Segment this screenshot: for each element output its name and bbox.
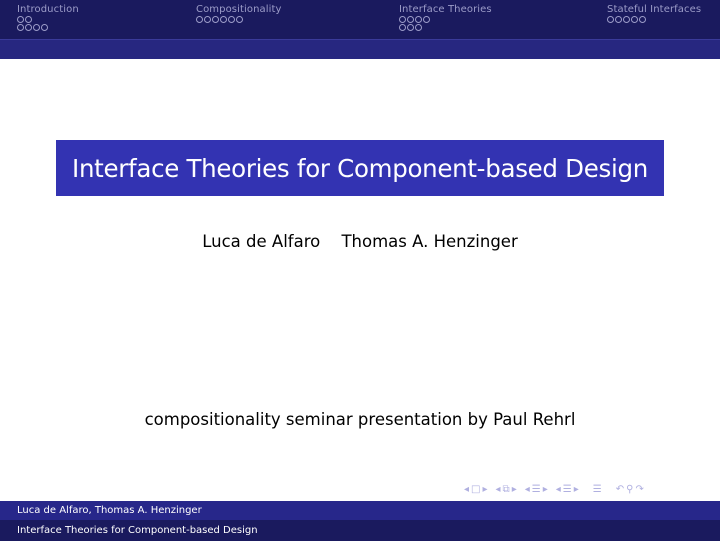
author-name: Thomas A. Henzinger [341, 232, 518, 251]
section-label[interactable]: Compositionality [196, 3, 282, 16]
title-box: Interface Theories for Component-based D… [56, 140, 664, 196]
section-label[interactable]: Stateful Interfaces [607, 3, 701, 16]
back-icon[interactable]: ↶ [616, 484, 624, 495]
subsection-bar [0, 39, 720, 59]
frame-dots [196, 16, 282, 24]
frame-dots [399, 16, 492, 24]
frame-dot[interactable] [17, 16, 24, 23]
frame-dot[interactable] [631, 16, 638, 23]
frame-dot[interactable] [623, 16, 630, 23]
frame-dots [17, 24, 79, 32]
frame-dots [17, 16, 79, 24]
subsection-icon[interactable]: ⧉ [503, 484, 510, 495]
headline-navigation: Introduction Compositionality Interface … [0, 0, 720, 39]
frame-dot[interactable] [196, 16, 203, 23]
authors: Luca de Alfaro Thomas A. Henzinger [0, 232, 720, 251]
frame-dot[interactable] [399, 24, 406, 31]
forward-icon[interactable]: ↷ [635, 484, 643, 495]
frame-icon[interactable]: □ [471, 484, 480, 495]
section-prev-icon[interactable]: ◂ [525, 484, 530, 495]
frame-dots [399, 24, 492, 32]
frame-dot[interactable] [236, 16, 243, 23]
frame-dot[interactable] [423, 16, 430, 23]
frame-dot[interactable] [220, 16, 227, 23]
presentation-subtitle: compositionality seminar presentation by… [144, 410, 576, 429]
footer-title-bar: Interface Theories for Component-based D… [0, 520, 720, 541]
section-stateful-interfaces[interactable]: Stateful Interfaces [607, 3, 701, 24]
subsection-next-icon[interactable]: ▸ [512, 484, 517, 495]
footer-authors-bar: Luca de Alfaro, Thomas A. Henzinger [0, 501, 720, 520]
frame-dot[interactable] [607, 16, 614, 23]
frame-dot[interactable] [615, 16, 622, 23]
appendix-icon[interactable]: ☰ [593, 484, 602, 495]
beamer-navigation-symbols: ◂ □ ▸ ◂ ⧉ ▸ ◂ ☰ ▸ ◂ ☰ ▸ ☰ ↶ ⚲ ↷ [464, 482, 646, 496]
frame-dots [607, 16, 701, 24]
frame-dot[interactable] [41, 24, 48, 31]
frame-dot[interactable] [415, 24, 422, 31]
section-compositionality[interactable]: Compositionality [196, 3, 282, 24]
footer-title: Interface Theories for Component-based D… [17, 525, 258, 536]
doc-next-icon[interactable]: ▸ [574, 484, 579, 495]
doc-prev-icon[interactable]: ◂ [556, 484, 561, 495]
frame-dot[interactable] [17, 24, 24, 31]
frame-dot[interactable] [33, 24, 40, 31]
frame-dot[interactable] [407, 24, 414, 31]
frame-dot[interactable] [415, 16, 422, 23]
doc-icon[interactable]: ☰ [563, 484, 572, 495]
section-label[interactable]: Interface Theories [399, 3, 492, 16]
section-icon[interactable]: ☰ [532, 484, 541, 495]
section-next-icon[interactable]: ▸ [543, 484, 548, 495]
frame-dot[interactable] [25, 16, 32, 23]
section-interface-theories[interactable]: Interface Theories [399, 3, 492, 32]
frame-dot[interactable] [228, 16, 235, 23]
presentation-title: Interface Theories for Component-based D… [72, 153, 648, 183]
frame-dot[interactable] [399, 16, 406, 23]
section-label[interactable]: Introduction [17, 3, 79, 16]
subsection-prev-icon[interactable]: ◂ [496, 484, 501, 495]
frame-prev-icon[interactable]: ◂ [464, 484, 469, 495]
search-icon[interactable]: ⚲ [626, 484, 633, 495]
section-introduction[interactable]: Introduction [17, 3, 79, 32]
frame-dot[interactable] [407, 16, 414, 23]
footer-authors: Luca de Alfaro, Thomas A. Henzinger [17, 505, 202, 516]
frame-next-icon[interactable]: ▸ [482, 484, 487, 495]
frame-dot[interactable] [25, 24, 32, 31]
frame-dot[interactable] [212, 16, 219, 23]
frame-dot[interactable] [204, 16, 211, 23]
author-name: Luca de Alfaro [202, 232, 321, 251]
frame-dot[interactable] [639, 16, 646, 23]
